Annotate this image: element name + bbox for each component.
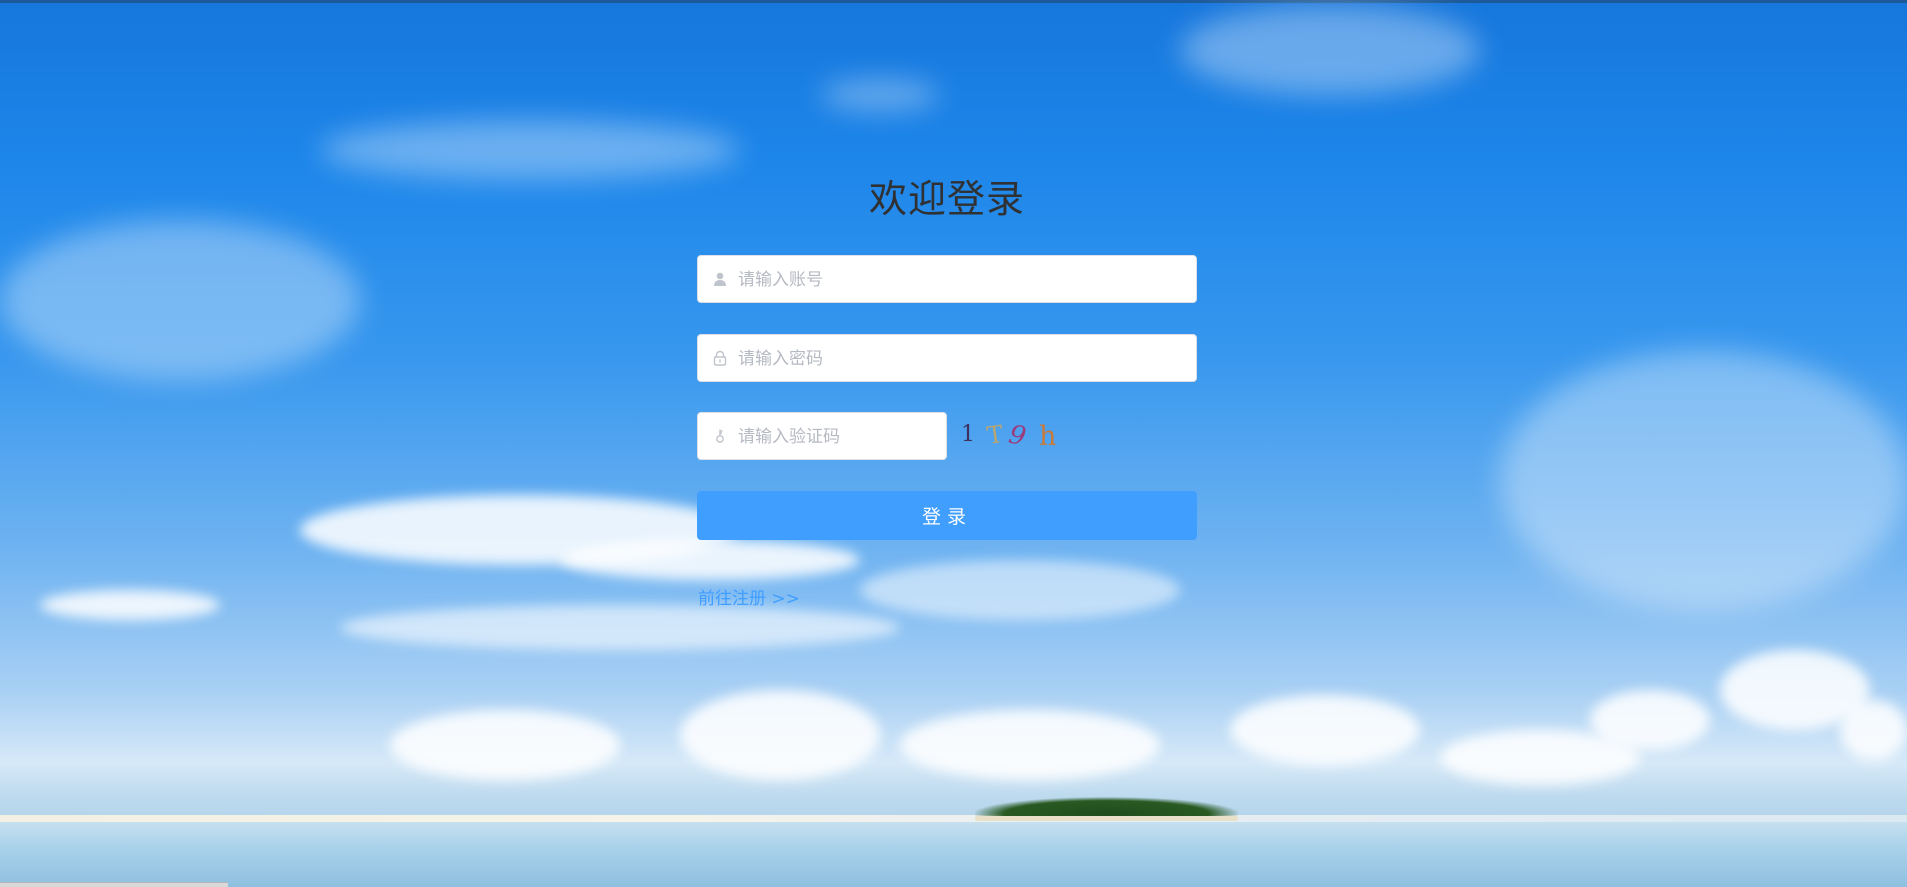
captcha-char: 1 [961, 422, 975, 447]
horizontal-scrollbar[interactable] [0, 882, 228, 887]
sea [0, 822, 1907, 887]
captcha-char: 9 [1006, 419, 1029, 453]
cloud [1840, 700, 1907, 760]
lock-icon [713, 350, 727, 366]
cloud [40, 590, 220, 620]
sky-haze [0, 220, 360, 380]
sky-haze [820, 80, 940, 110]
login-title: 欢迎登录 [868, 177, 1025, 221]
captcha-char: h [1039, 421, 1057, 452]
island-sand [975, 816, 1238, 821]
sky-haze [1180, 5, 1480, 95]
key-icon [716, 429, 724, 443]
cloud [680, 690, 880, 780]
captcha-image[interactable]: 1 T 9 h [959, 412, 1069, 460]
username-input[interactable] [736, 256, 1190, 304]
captcha-field[interactable] [697, 412, 947, 461]
cloud [340, 605, 900, 650]
captcha-input[interactable] [736, 413, 940, 461]
sky-haze [1500, 350, 1907, 610]
captcha-char: T [985, 420, 1005, 450]
username-field[interactable] [697, 255, 1197, 304]
register-link[interactable]: 前往注册 >> [698, 584, 800, 609]
login-button[interactable]: 登录 [697, 491, 1197, 540]
password-input[interactable] [736, 335, 1190, 383]
user-icon [714, 272, 726, 286]
cloud [560, 540, 860, 580]
cloud [1230, 695, 1420, 765]
background-scene [0, 0, 1907, 887]
password-field[interactable] [697, 334, 1197, 383]
cloud [1590, 690, 1710, 750]
window-top-border [0, 0, 1907, 3]
cloud [860, 560, 1180, 620]
sky-haze [320, 120, 740, 180]
cloud [390, 710, 620, 780]
cloud [900, 710, 1160, 780]
